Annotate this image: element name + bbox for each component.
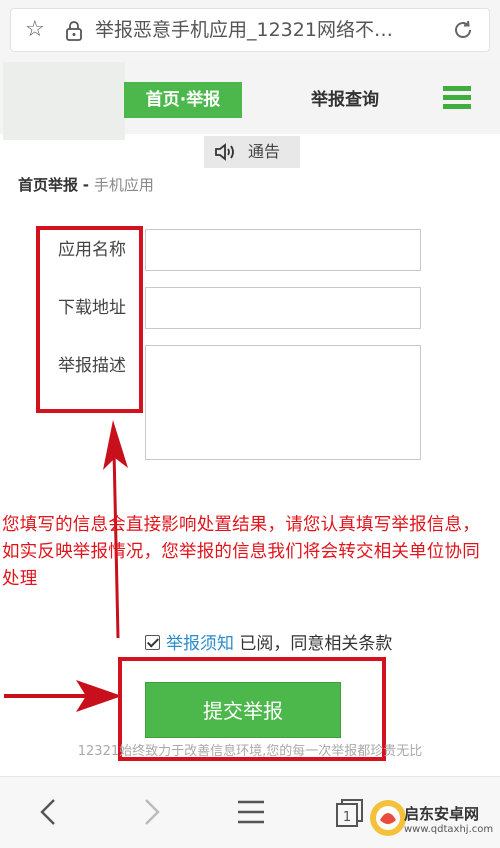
- watermark-url: www.qdtaxhj.com: [404, 824, 494, 835]
- nav-home-report[interactable]: 首页·举报: [124, 82, 242, 118]
- back-icon[interactable]: [36, 797, 62, 827]
- speaker-icon: [215, 143, 234, 161]
- agreement-row: 举报须知 已阅，同意相关条款: [145, 633, 392, 655]
- lock-icon: [66, 21, 82, 41]
- forward-icon[interactable]: [138, 797, 164, 827]
- bookmark-star-icon[interactable]: ☆: [25, 17, 45, 43]
- right-arrow-annotation: [4, 680, 122, 712]
- site-logo[interactable]: [3, 62, 125, 140]
- description-textarea[interactable]: [145, 345, 421, 460]
- tabs-icon[interactable]: 1: [334, 797, 366, 829]
- footer-slogan: 12321始终致力于改善信息环境,您的每一次举报都珍贵无比: [77, 744, 423, 759]
- menu-lines-icon[interactable]: [236, 797, 266, 827]
- reload-icon[interactable]: [451, 18, 475, 42]
- browser-url-bar: ☆ 举报恶意手机应用_12321网络不…: [0, 0, 500, 62]
- breadcrumb-separator: -: [82, 176, 90, 194]
- address-box[interactable]: ☆ 举报恶意手机应用_12321网络不…: [10, 8, 490, 52]
- url-text[interactable]: 举报恶意手机应用_12321网络不…: [95, 18, 425, 42]
- tab-count: 1: [343, 810, 351, 825]
- labels-highlight-box: [36, 226, 143, 413]
- site-header: 首页·举报 举报查询: [0, 62, 500, 140]
- agreement-text: 已阅，同意相关条款: [239, 634, 393, 654]
- breadcrumb: 首页举报 - 手机应用: [18, 174, 154, 196]
- app-name-input[interactable]: [145, 229, 421, 271]
- hamburger-menu-icon[interactable]: [443, 86, 471, 114]
- breadcrumb-home[interactable]: 首页举报: [18, 176, 78, 194]
- watermark-name: 启东安卓网: [404, 805, 480, 823]
- breadcrumb-current: 手机应用: [93, 176, 154, 194]
- annotation-warning-text: 您填写的信息会直接影响处置结果，请您认真填写举报信息，如实反映举报情况，您举报的…: [2, 515, 480, 589]
- nav-report-query[interactable]: 举报查询: [300, 82, 390, 118]
- download-url-input[interactable]: [145, 287, 421, 329]
- notice-label: 通告: [248, 142, 281, 161]
- agreement-checkbox[interactable]: [145, 635, 160, 650]
- notice-button[interactable]: 通告: [204, 136, 300, 168]
- submit-report-button[interactable]: 提交举报: [145, 682, 341, 738]
- report-notice-link[interactable]: 举报须知: [166, 634, 234, 654]
